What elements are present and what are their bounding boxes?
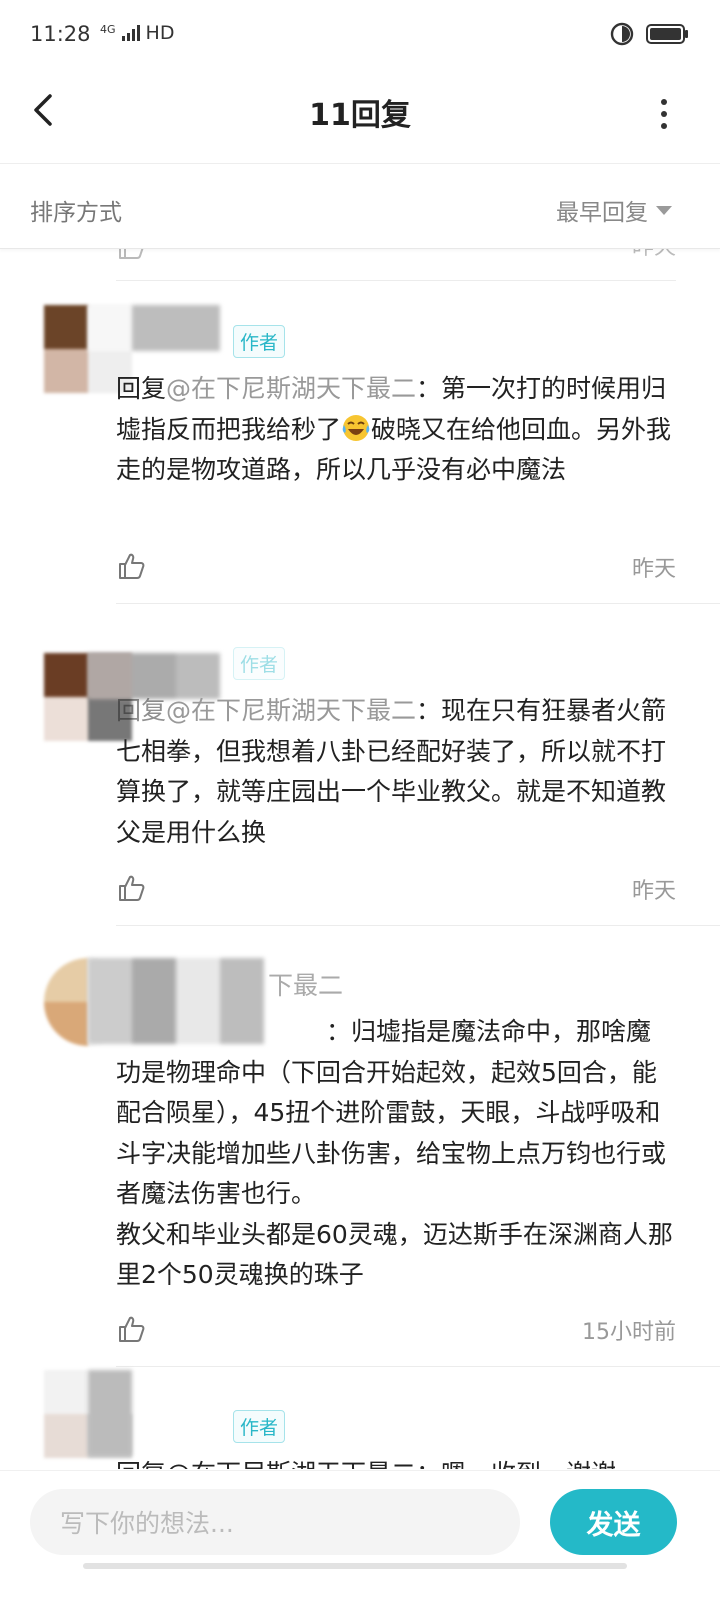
hd-indicator: HD xyxy=(145,22,175,44)
author-badge: 作者 xyxy=(233,1410,286,1443)
caret-down-icon xyxy=(656,205,672,215)
comment-time: 昨天 xyxy=(632,249,676,261)
reply-input-bar: 写下你的想法... 发送 xyxy=(0,1470,720,1600)
sort-dropdown[interactable]: 最早回复 xyxy=(556,193,672,227)
more-vertical-icon[interactable] xyxy=(658,96,670,132)
status-icons xyxy=(610,22,690,46)
battery-icon xyxy=(646,24,688,44)
comment-time: 昨天 xyxy=(631,557,676,582)
reply-prefix: 回复 xyxy=(116,374,167,403)
network-type: 4G xyxy=(100,22,116,36)
signal-icon xyxy=(121,25,140,41)
username-tail: 下最二 xyxy=(268,971,344,1000)
username-redacted xyxy=(88,1370,132,1456)
home-indicator[interactable] xyxy=(83,1563,627,1569)
comment-text: 回复@在下尼斯湖天下最二：第一次打的时候用归墟指反而把我给秒了 破晓又在给他回血… xyxy=(116,374,672,484)
divider xyxy=(116,1366,720,1367)
author-badge: 作者 xyxy=(233,647,286,680)
data-saver-icon xyxy=(610,22,634,46)
reply-prefix: 回复 xyxy=(116,696,167,725)
thumbs-up-icon[interactable] xyxy=(116,1314,146,1344)
thumbs-up-icon[interactable] xyxy=(116,551,146,581)
mention-link[interactable]: @在下尼斯湖天下最二 xyxy=(166,374,416,403)
divider xyxy=(116,925,720,926)
comment-text: ：归墟指是魔法命中，那啥魔 功是物理命中（下回合开始起效，起效5回合，能配合陨星… xyxy=(116,1017,673,1289)
divider xyxy=(116,603,720,604)
sort-selected-value: 最早回复 xyxy=(556,200,648,226)
username-redacted xyxy=(88,305,220,351)
send-button[interactable]: 发送 xyxy=(550,1489,677,1555)
comment-time: 昨天 xyxy=(631,879,676,904)
comment-time: 15小时前 xyxy=(582,1320,676,1345)
mention-link[interactable]: @在下尼斯湖天下最二 xyxy=(166,696,416,725)
app-header: 11回复 xyxy=(0,72,720,164)
reply-feed[interactable]: 昨天 作者 回复@在下尼斯湖天下最二：第一次打的时候用归墟指反而把我给秒了 破晓… xyxy=(0,249,720,1469)
network-indicator: 4G HD xyxy=(100,22,174,44)
status-time: 11:28 xyxy=(30,22,91,46)
sort-bar: 排序方式 最早回复 xyxy=(0,165,720,249)
author-badge: 作者 xyxy=(233,325,286,358)
thumbs-up-icon[interactable] xyxy=(116,873,146,903)
page-title: 11回复 xyxy=(309,98,411,133)
status-bar: 11:28 4G HD xyxy=(0,0,720,72)
thumbs-up-icon[interactable] xyxy=(116,249,146,261)
comment-text: 回复@在下尼斯湖天下最二：嗯，收到，谢谢 xyxy=(116,1454,676,1469)
laughing-tears-emoji-icon xyxy=(342,414,370,441)
reply-input[interactable]: 写下你的想法... xyxy=(30,1489,520,1555)
comment-text: 回复@在下尼斯湖天下最二：现在只有狂暴者火箭 七相拳，但我想着八卦已经配好装了，… xyxy=(116,696,667,847)
previous-comment-tail: 昨天 xyxy=(116,249,676,281)
sort-label: 排序方式 xyxy=(30,200,122,226)
